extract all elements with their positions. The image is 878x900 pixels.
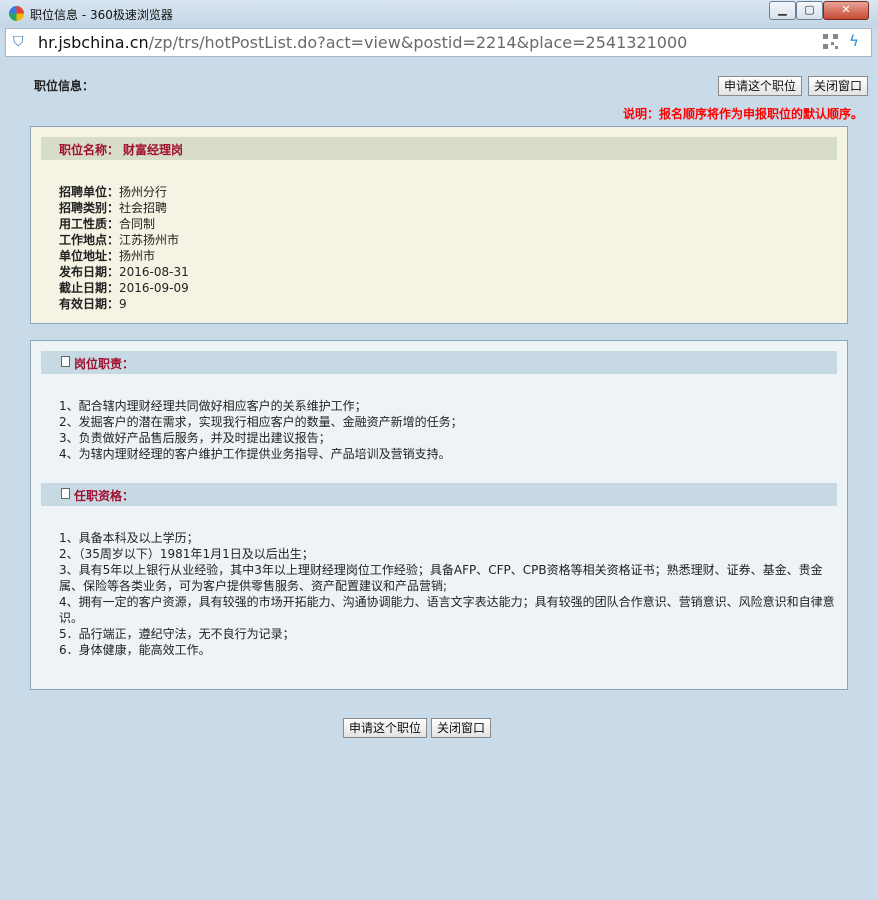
document-icon (59, 356, 70, 372)
list-item: 5．品行端正，遵纪守法，无不良行为记录； (59, 627, 295, 641)
job-details-panel: 岗位职责： 1、配合辖内理财经理共同做好相应客户的关系维护工作； 2、发掘客户的… (30, 340, 848, 690)
qualifications-list: 1、具备本科及以上学历； 2、（35周岁以下）1981年1月1日及以后出生； 3… (59, 530, 839, 658)
field-location: 工作地点：江苏扬州市 (59, 233, 180, 247)
window-title: 职位信息 - 360极速浏览器 (30, 8, 173, 22)
minimize-button[interactable]: ▁ (769, 1, 796, 20)
shield-icon[interactable]: ⛉ (13, 34, 27, 50)
page-content: 职位信息： 申请这个职位 关闭窗口 说明：报名顺序将作为申报职位的默认顺序。 职… (5, 58, 873, 896)
field-address: 单位地址：扬州市 (59, 249, 156, 263)
list-item: 3、负责做好产品售后服务，并及时提出建议报告； (59, 431, 331, 445)
list-item: 4、拥有一定的客户资源，具有较强的市场开拓能力、沟通协调能力、语言文字表达能力；… (59, 595, 835, 625)
field-category: 招聘类别：社会招聘 (59, 201, 168, 215)
list-item: 3、具有5年以上银行从业经验，其中3年以上理财经理岗位工作经验；具备AFP、CF… (59, 563, 823, 593)
apply-job-button-bottom[interactable]: 申请这个职位 (343, 718, 428, 738)
duties-list: 1、配合辖内理财经理共同做好相应客户的关系维护工作； 2、发掘客户的潜在需求，实… (59, 398, 839, 462)
list-item: 1、配合辖内理财经理共同做好相应客户的关系维护工作； (59, 399, 367, 413)
notice-text: 说明：报名顺序将作为申报职位的默认顺序。 (622, 107, 863, 121)
list-item: 1、具备本科及以上学历； (59, 531, 199, 545)
duties-header: 岗位职责： (41, 351, 837, 374)
field-deadline: 截止日期：2016-09-09 (59, 281, 189, 295)
field-employment-type: 用工性质：合同制 (59, 217, 156, 231)
list-item: 6．身体健康，能高效工作。 (59, 643, 211, 657)
field-publish-date: 发布日期：2016-08-31 (59, 265, 189, 279)
lightning-icon[interactable]: ϟ (849, 32, 859, 50)
apply-job-button-top[interactable]: 申请这个职位 (718, 76, 803, 96)
job-name-header: 职位名称： 财富经理岗 (41, 137, 837, 160)
field-valid-days: 有效日期：9 (59, 297, 127, 311)
close-page-button-bottom[interactable]: 关闭窗口 (431, 718, 492, 738)
qr-code-icon[interactable] (823, 34, 838, 49)
field-employer: 招聘单位：扬州分行 (59, 185, 168, 199)
document-icon (59, 488, 70, 504)
list-item: 4、为辖内理财经理的客户维护工作提供业务指导、产品培训及营销支持。 (59, 447, 451, 461)
qualifications-title: 任职资格： (74, 489, 135, 503)
job-fields-list: 招聘单位：扬州分行 招聘类别：社会招聘 用工性质：合同制 工作地点：江苏扬州市 … (59, 184, 189, 312)
page-title: 职位信息： (34, 79, 95, 93)
list-item: 2、（35周岁以下）1981年1月1日及以后出生； (59, 547, 314, 561)
job-info-panel: 职位名称： 财富经理岗 招聘单位：扬州分行 招聘类别：社会招聘 用工性质：合同制… (30, 126, 848, 324)
address-bar[interactable]: ⛉ hr.jsbchina.cn/zp/trs/hotPostList.do?a… (5, 28, 872, 57)
window-titlebar: 职位信息 - 360极速浏览器 ▁ ▢ ✕ (0, 0, 878, 27)
job-name-label: 职位名称： (59, 143, 120, 157)
close-window-button[interactable]: ✕ (823, 1, 869, 20)
browser-logo-icon (9, 6, 24, 21)
maximize-button[interactable]: ▢ (796, 1, 823, 20)
qualifications-header: 任职资格： (41, 483, 837, 506)
close-page-button-top[interactable]: 关闭窗口 (808, 76, 869, 96)
job-name-value: 财富经理岗 (123, 143, 184, 157)
list-item: 2、发掘客户的潜在需求，实现我行相应客户的数量、金融资产新增的任务； (59, 415, 463, 429)
url-text[interactable]: hr.jsbchina.cn/zp/trs/hotPostList.do?act… (38, 33, 687, 52)
duties-title: 岗位职责： (74, 357, 135, 371)
